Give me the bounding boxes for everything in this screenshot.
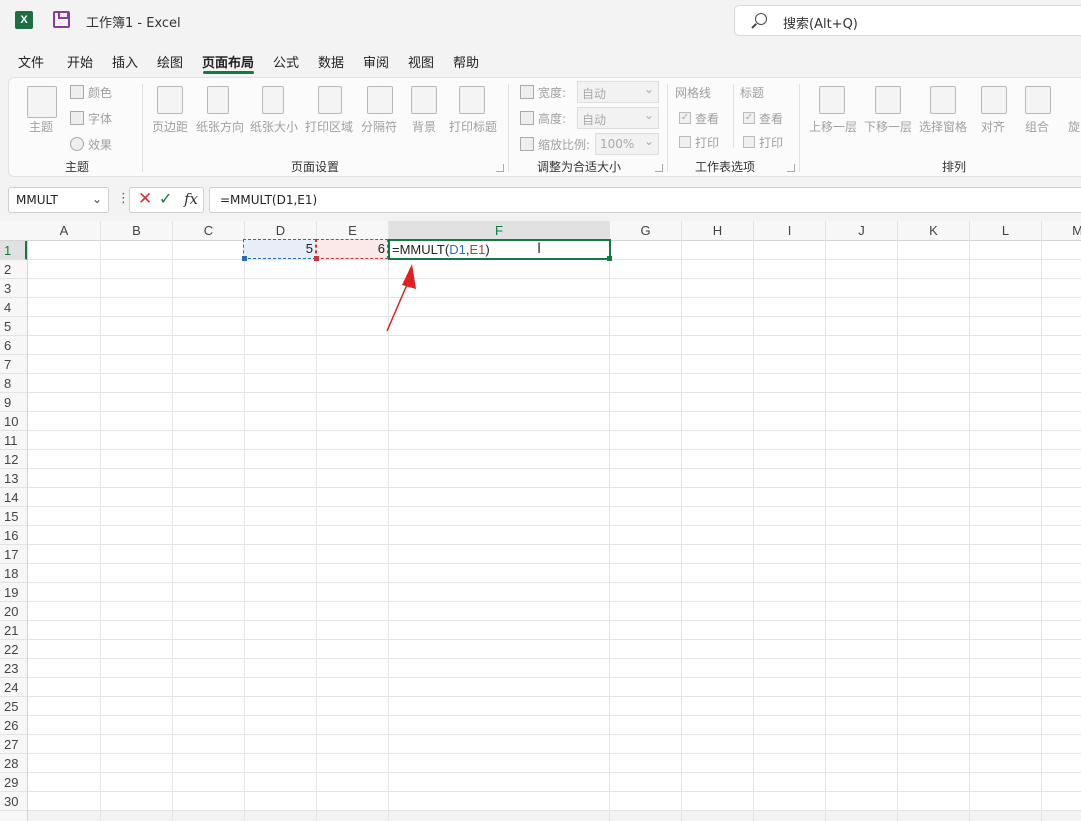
annotation-arrow	[386, 264, 416, 332]
arrow-head	[402, 264, 416, 289]
arrow-line	[386, 279, 410, 332]
